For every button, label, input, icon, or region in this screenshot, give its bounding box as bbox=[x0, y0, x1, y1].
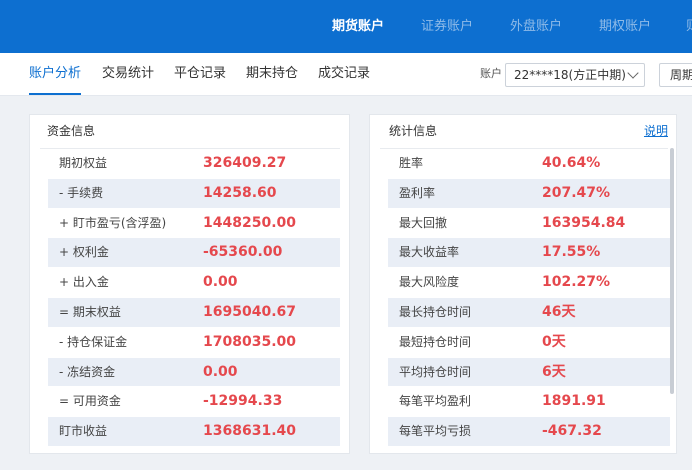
funds-panel-title: 资金信息 bbox=[47, 124, 96, 138]
row-label: - 冻结资金 bbox=[59, 364, 116, 379]
row-value: 14258.60 bbox=[203, 184, 277, 201]
row-label: 每笔平均亏损 bbox=[399, 424, 472, 439]
chevron-down-icon bbox=[627, 67, 639, 79]
table-row: 最短持仓时间 0天 bbox=[388, 328, 670, 358]
row-value: -65360.00 bbox=[203, 244, 283, 261]
table-row: 每笔平均盈利 1891.91 bbox=[388, 387, 670, 418]
row-label: 最大回撤 bbox=[399, 215, 448, 230]
row-label: + 权利金 bbox=[59, 245, 109, 260]
table-row: + 出入金 0.00 bbox=[48, 268, 340, 298]
row-label: = 可用资金 bbox=[59, 394, 121, 409]
sub-nav-bar: 账户分析 交易统计 平仓记录 期末持仓 成交记录 账户 22****18(方正中… bbox=[0, 53, 692, 96]
row-label: - 手续费 bbox=[59, 185, 104, 200]
stats-panel-title: 统计信息 bbox=[389, 124, 438, 138]
table-row: 盯市收益 1368631.40 bbox=[48, 417, 340, 447]
row-label: = 期末权益 bbox=[59, 304, 121, 319]
row-value: 1695040.67 bbox=[203, 303, 296, 320]
table-row: - 冻结资金 0.00 bbox=[48, 357, 340, 388]
tab-trade-statistics[interactable]: 交易统计 bbox=[102, 53, 154, 95]
row-value: 40.64% bbox=[542, 155, 601, 171]
row-label: + 盯市盈亏(含浮盈) bbox=[59, 215, 167, 230]
row-value: -467.32 bbox=[542, 423, 602, 440]
row-label: 盯市收益 bbox=[59, 424, 108, 439]
table-row: - 手续费 14258.60 bbox=[48, 178, 340, 209]
funds-table: 期初权益 326409.27 - 手续费 14258.60 + 盯市盈亏(含浮盈) 1… bbox=[48, 149, 340, 447]
table-row: 平均持仓时间 6天 bbox=[388, 357, 670, 388]
account-select[interactable]: 22****18(方正中期) bbox=[505, 63, 645, 87]
table-row: 最大风险度 102.27% bbox=[388, 268, 670, 298]
table-row: + 盯市盈亏(含浮盈) 1448250.00 bbox=[48, 209, 340, 239]
table-row: = 期末权益 1695040.67 bbox=[48, 297, 340, 328]
tab-trade-records[interactable]: 成交记录 bbox=[318, 53, 370, 95]
row-label: 最大收益率 bbox=[399, 245, 460, 260]
tab-futures-account[interactable]: 期货账户 bbox=[332, 0, 384, 53]
row-label: 每笔平均盈利 bbox=[399, 394, 472, 409]
row-label: 最短持仓时间 bbox=[399, 334, 472, 349]
stats-table: 胜率 40.64% 盈利率 207.47% 最大回撤 163954.84 最大收益率 1… bbox=[388, 149, 670, 447]
funds-panel: 资金信息 期初权益 326409.27 - 手续费 14258.60 + 盯市盈亏(… bbox=[29, 114, 350, 454]
tab-close-records[interactable]: 平仓记录 bbox=[174, 53, 226, 95]
row-value: 1448250.00 bbox=[203, 214, 296, 231]
row-label: 胜率 bbox=[399, 156, 424, 170]
row-value: 6天 bbox=[542, 363, 566, 380]
row-value: 102.27% bbox=[542, 274, 611, 291]
stats-panel: 统计信息 说明 胜率 40.64% 盈利率 207.47% 最大回撤 163954.8… bbox=[369, 114, 677, 454]
row-value: 326409.27 bbox=[203, 155, 287, 171]
row-label: + 出入金 bbox=[59, 275, 109, 290]
period-select[interactable]: 周期 bbox=[659, 63, 692, 87]
table-row: 最长持仓时间 46天 bbox=[388, 297, 670, 328]
row-value: 1368631.40 bbox=[203, 423, 296, 440]
row-value: 0.00 bbox=[203, 363, 238, 380]
table-row: 胜率 40.64% bbox=[388, 149, 670, 179]
tab-ending-positions[interactable]: 期末持仓 bbox=[246, 53, 298, 95]
table-row: 每笔平均亏损 -467.32 bbox=[388, 417, 670, 447]
top-nav-bar: 期货账户 证券账户 外盘账户 期权账户 则 bbox=[0, 0, 692, 53]
row-label: 期初权益 bbox=[59, 156, 108, 170]
stats-scrollbar[interactable] bbox=[670, 148, 674, 394]
table-row: 最大回撤 163954.84 bbox=[388, 209, 670, 239]
tab-more[interactable]: 则 bbox=[686, 0, 692, 53]
tab-account-analysis[interactable]: 账户分析 bbox=[29, 53, 82, 95]
row-value: 207.47% bbox=[542, 184, 611, 201]
row-label: 盈利率 bbox=[399, 185, 436, 200]
table-row: 盈利率 207.47% bbox=[388, 178, 670, 209]
help-link[interactable]: 说明 bbox=[644, 115, 668, 148]
row-value: 0.00 bbox=[203, 274, 238, 291]
row-value: 163954.84 bbox=[542, 214, 626, 231]
row-value: 17.55% bbox=[542, 244, 601, 261]
table-row: 期初权益 326409.27 bbox=[48, 149, 340, 179]
row-value: -12994.33 bbox=[203, 393, 283, 410]
table-row: 最大收益率 17.55% bbox=[388, 238, 670, 269]
account-label: 账户 bbox=[480, 67, 502, 80]
row-value: 0天 bbox=[542, 333, 566, 350]
table-row: + 权利金 -65360.00 bbox=[48, 238, 340, 269]
table-row: - 持仓保证金 1708035.00 bbox=[48, 328, 340, 358]
row-label: 最长持仓时间 bbox=[399, 304, 472, 319]
table-row: = 可用资金 -12994.33 bbox=[48, 387, 340, 418]
row-label: - 持仓保证金 bbox=[59, 334, 128, 349]
row-value: 1891.91 bbox=[542, 393, 606, 410]
account-select-value: 22****18(方正中期) bbox=[514, 68, 626, 82]
tab-options-account[interactable]: 期权账户 bbox=[599, 0, 651, 53]
tab-securities-account[interactable]: 证券账户 bbox=[421, 0, 473, 53]
row-value: 1708035.00 bbox=[203, 333, 296, 350]
row-value: 46天 bbox=[542, 303, 576, 320]
row-label: 最大风险度 bbox=[399, 275, 460, 290]
row-label: 平均持仓时间 bbox=[399, 364, 472, 379]
tab-foreign-account[interactable]: 外盘账户 bbox=[510, 0, 562, 53]
